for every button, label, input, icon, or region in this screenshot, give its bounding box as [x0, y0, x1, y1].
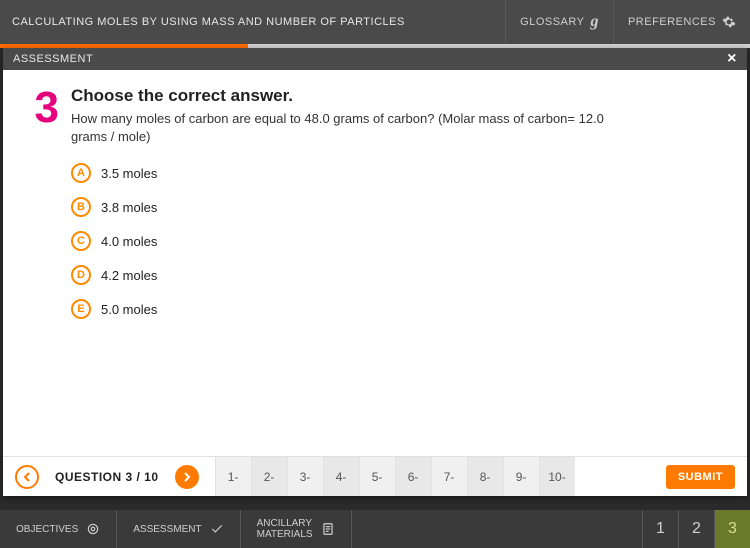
qtab-4[interactable]: 4-	[323, 457, 359, 496]
preferences-button[interactable]: PREFERENCES	[613, 0, 750, 44]
chevron-left-icon	[22, 472, 32, 482]
choice-letter: E	[71, 299, 91, 319]
choice-text: 3.8 moles	[101, 200, 157, 215]
qtab-8[interactable]: 8-	[467, 457, 503, 496]
check-icon	[210, 522, 224, 536]
ancillary-tab[interactable]: ANCILLARY MATERIALS	[241, 510, 352, 548]
choice-letter: C	[71, 231, 91, 251]
question-nav: QUESTION 3 / 10 1- 2- 3- 4- 5- 6- 7- 8- …	[3, 456, 747, 496]
choice-d[interactable]: D 4.2 moles	[71, 265, 727, 285]
choice-a[interactable]: A 3.5 moles	[71, 163, 727, 183]
choice-letter: A	[71, 163, 91, 183]
qtab-3[interactable]: 3-	[287, 457, 323, 496]
glossary-button[interactable]: GLOSSARY g	[505, 0, 613, 44]
assessment-panel: ASSESSMENT × 3 Choose the correct answer…	[3, 48, 747, 496]
assessment-tab[interactable]: ASSESSMENT	[117, 510, 240, 548]
choice-text: 3.5 moles	[101, 166, 157, 181]
next-button[interactable]	[175, 465, 199, 489]
objectives-label: OBJECTIVES	[16, 524, 78, 535]
qtab-2[interactable]: 2-	[251, 457, 287, 496]
chevron-right-icon	[182, 472, 192, 482]
panel-title: ASSESSMENT	[13, 53, 93, 65]
gear-icon	[722, 15, 736, 29]
bottom-bar: OBJECTIVES ASSESSMENT ANCILLARY MATERIAL…	[0, 510, 750, 548]
page-1[interactable]: 1	[642, 510, 678, 548]
qtab-9[interactable]: 9-	[503, 457, 539, 496]
question-body: 3 Choose the correct answer. How many mo…	[3, 70, 747, 456]
choice-e[interactable]: E 5.0 moles	[71, 299, 727, 319]
choice-letter: B	[71, 197, 91, 217]
question-tabs: 1- 2- 3- 4- 5- 6- 7- 8- 9- 10-	[215, 457, 658, 496]
document-icon	[321, 522, 335, 536]
objectives-tab[interactable]: OBJECTIVES	[0, 510, 117, 548]
ancillary-label: ANCILLARY MATERIALS	[257, 518, 313, 540]
prev-button[interactable]	[15, 465, 39, 489]
assessment-label: ASSESSMENT	[133, 524, 201, 535]
topbar-right: GLOSSARY g PREFERENCES	[505, 0, 750, 44]
choice-text: 4.0 moles	[101, 234, 157, 249]
qtab-7[interactable]: 7-	[431, 457, 467, 496]
choice-list: A 3.5 moles B 3.8 moles C 4.0 moles D 4.…	[71, 163, 727, 319]
page-title: CALCULATING MOLES BY USING MASS AND NUMB…	[0, 9, 505, 35]
choice-text: 5.0 moles	[101, 302, 157, 317]
qtab-1[interactable]: 1-	[215, 457, 251, 496]
question-content: Choose the correct answer. How many mole…	[71, 86, 727, 446]
choice-b[interactable]: B 3.8 moles	[71, 197, 727, 217]
glossary-icon: g	[590, 13, 599, 31]
page-2[interactable]: 2	[678, 510, 714, 548]
question-number: 3	[23, 86, 71, 446]
qtab-10[interactable]: 10-	[539, 457, 575, 496]
glossary-label: GLOSSARY	[520, 16, 584, 28]
qtab-6[interactable]: 6-	[395, 457, 431, 496]
choice-text: 4.2 moles	[101, 268, 157, 283]
top-bar: CALCULATING MOLES BY USING MASS AND NUMB…	[0, 0, 750, 44]
submit-button[interactable]: SUBMIT	[666, 465, 735, 489]
panel-header: ASSESSMENT ×	[3, 48, 747, 70]
choice-c[interactable]: C 4.0 moles	[71, 231, 727, 251]
target-icon	[86, 522, 100, 536]
close-icon[interactable]: ×	[727, 50, 737, 68]
question-title: Choose the correct answer.	[71, 86, 727, 106]
qtab-5[interactable]: 5-	[359, 457, 395, 496]
question-text: How many moles of carbon are equal to 48…	[71, 110, 631, 145]
choice-letter: D	[71, 265, 91, 285]
page-3[interactable]: 3	[714, 510, 750, 548]
preferences-label: PREFERENCES	[628, 16, 716, 28]
question-counter: QUESTION 3 / 10	[55, 470, 159, 484]
